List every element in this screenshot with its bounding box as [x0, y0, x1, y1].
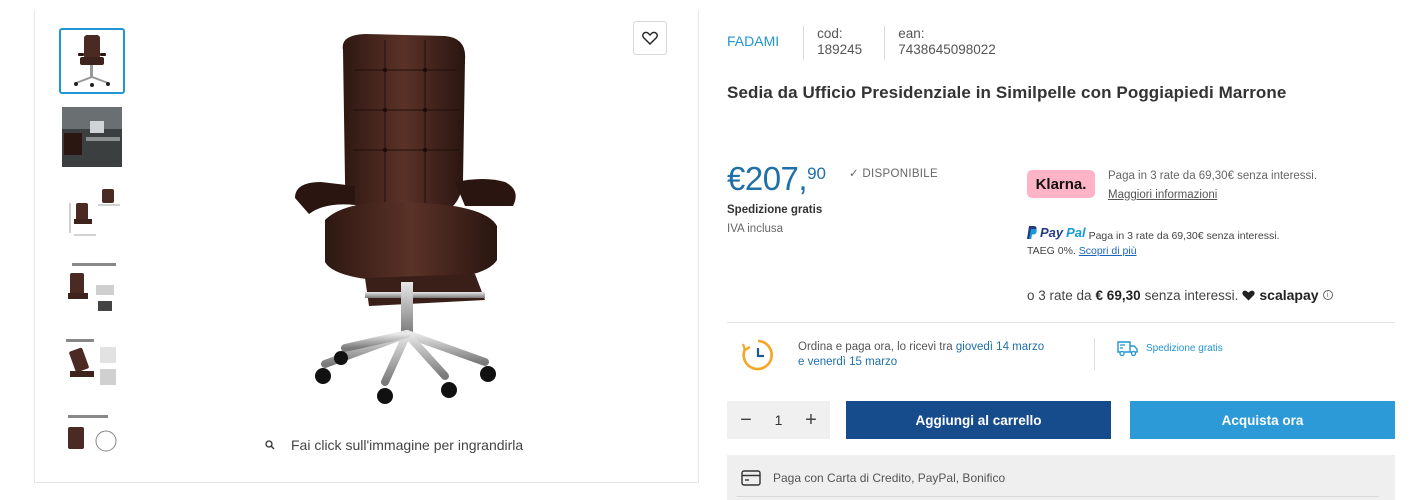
thumbnail-2[interactable]	[59, 104, 125, 170]
klarna-more-link[interactable]: Maggiori informazioni	[1108, 189, 1217, 201]
paypal-logo-pal: Pal	[1066, 225, 1086, 240]
divider	[803, 26, 805, 60]
features-thumbnail-image	[68, 263, 116, 311]
divider	[884, 26, 886, 60]
shipping-badge-text: Spedizione gratis	[1146, 342, 1223, 354]
ean-label: ean:	[898, 26, 925, 41]
klarna-info: Paga in 3 rate da 69,30€ senza interessi…	[1108, 167, 1317, 205]
thumbnail-4[interactable]	[59, 256, 125, 322]
office-chair-image	[295, 34, 516, 404]
scalapay-info: o 3 rate da € 69,30 senza interessi. sca…	[1027, 287, 1333, 303]
thumbnail-5[interactable]	[59, 332, 125, 398]
search-icon	[265, 440, 275, 450]
vat-info: IVA inclusa	[727, 223, 784, 235]
heart-icon	[642, 31, 658, 45]
delivery-estimate: Ordina e paga ora, lo ricevi tra giovedì…	[741, 338, 1083, 372]
main-product-image[interactable]	[285, 30, 545, 410]
add-to-cart-button[interactable]: Aggiungi al carrello	[846, 401, 1111, 439]
shipping-badge: Spedizione gratis	[1117, 339, 1223, 357]
paypal-taeg: TAEG 0%.	[1027, 245, 1076, 257]
zoom-hint[interactable]: Fai click sull'immagine per ingrandirla	[265, 437, 523, 453]
delivery-divider	[1094, 338, 1095, 370]
scalapay-amount: € 69,30	[1095, 287, 1141, 303]
truck-icon	[1117, 341, 1138, 357]
klarna-text: Paga in 3 rate da 69,30€ senza interessi…	[1108, 170, 1318, 182]
thumbnail-3[interactable]	[59, 180, 125, 246]
delivery-text: Ordina e paga ora, lo ricevi tra giovedì…	[798, 340, 1083, 370]
scalapay-heart-icon	[1242, 290, 1256, 300]
thumbnail-list[interactable]	[59, 28, 129, 458]
product-price: €207, 90	[727, 160, 826, 198]
ean-value: 7438645098022	[898, 42, 996, 57]
quantity-decrease-button[interactable]: −	[737, 409, 755, 432]
paypal-text: Paga in 3 rate da 69,30€ senza interessi…	[1088, 230, 1280, 242]
credit-card-icon	[741, 469, 761, 486]
klarna-logo: Klarna.	[1027, 170, 1095, 198]
recline-thumbnail-image	[66, 339, 116, 385]
paypal-logo: Pay Pal	[1027, 225, 1086, 240]
quantity-increase-button[interactable]: +	[802, 409, 820, 432]
scalapay-prefix: o 3 rate da	[1027, 287, 1092, 303]
room-thumbnail-image	[62, 107, 122, 167]
code-label: cod:	[817, 26, 843, 41]
section-divider	[727, 322, 1395, 323]
thumbnail-1[interactable]	[59, 28, 125, 94]
product-page: Fai click sull'immagine per ingrandirla …	[0, 0, 1428, 500]
code-value: 189245	[817, 42, 863, 57]
dimensions-thumbnail-image	[69, 189, 120, 236]
zoom-hint-text: Fai click sull'immagine per ingrandirla	[291, 437, 524, 453]
product-title: Sedia da Ufficio Presidenziale in Similp…	[727, 83, 1287, 102]
scalapay-logo: scalapay	[1259, 287, 1319, 303]
quantity-value[interactable]: 1	[775, 412, 783, 428]
scalapay-suffix: senza interessi.	[1144, 287, 1239, 303]
paypal-more-link[interactable]: Scopri di più	[1079, 245, 1137, 257]
buy-now-button[interactable]: Acquista ora	[1130, 401, 1395, 439]
product-meta: FADAMI cod: 189245 ean: 7438645098022	[727, 26, 996, 60]
payment-methods-bar: Paga con Carta di Credito, PayPal, Bonif…	[727, 455, 1395, 500]
product-gallery: Fai click sull'immagine per ingrandirla	[34, 10, 699, 483]
availability-status: ✓ DISPONIBILE	[849, 168, 938, 180]
delivery-prefix: Ordina e paga ora, lo ricevi tra	[798, 341, 953, 353]
quantity-stepper: − 1 +	[727, 401, 830, 439]
clock-icon	[741, 339, 773, 371]
price-main: €207,	[727, 160, 808, 197]
product-ean: ean: 7438645098022	[898, 26, 996, 58]
thumbnail-6[interactable]	[59, 408, 125, 458]
paypal-info: Pay Pal Paga in 3 rate da 69,30€ senza in…	[1027, 225, 1279, 259]
delivery-date-start: giovedì 14 marzo	[955, 341, 1045, 353]
paypal-icon	[1027, 226, 1037, 239]
shipping-info: Spedizione gratis	[727, 204, 823, 216]
chair-thumbnail-image	[74, 35, 110, 87]
product-info: FADAMI cod: 189245 ean: 7438645098022 Se…	[727, 0, 1395, 500]
brand-link[interactable]: FADAMI	[727, 33, 779, 49]
payment-methods-text: Paga con Carta di Credito, PayPal, Bonif…	[773, 470, 1006, 485]
delivery-date-end: venerdì 15 marzo	[807, 356, 898, 368]
paypal-logo-pay: Pay	[1040, 225, 1064, 240]
price-cents: 90	[807, 164, 827, 183]
comfort-thumbnail-image	[68, 415, 117, 452]
product-code: cod: 189245	[817, 26, 862, 58]
info-icon[interactable]: i	[1322, 290, 1333, 300]
wishlist-button[interactable]	[633, 21, 667, 55]
paybar-divider	[737, 496, 1379, 497]
delivery-conj: e	[798, 356, 805, 368]
